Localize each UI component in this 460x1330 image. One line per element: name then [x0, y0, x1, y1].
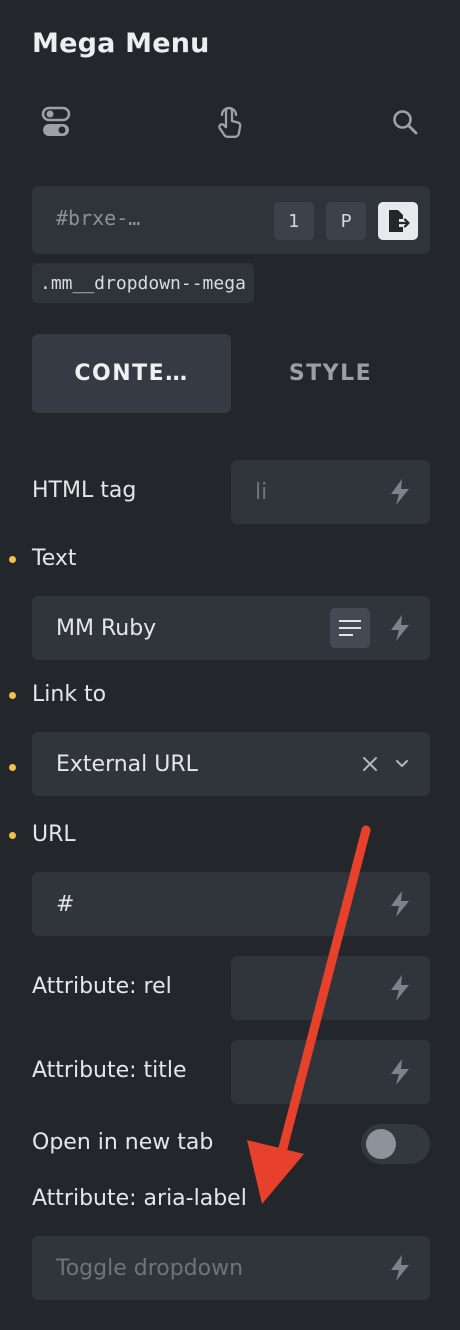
export-icon[interactable] [378, 202, 418, 240]
tab-content[interactable]: CONTE… [32, 334, 231, 413]
dynamic-data-icon[interactable] [388, 974, 412, 1002]
chevron-down-icon[interactable] [395, 759, 409, 769]
element-id-box[interactable]: #brxe-… 1 P [32, 186, 430, 254]
attr-rel-input[interactable] [231, 956, 430, 1020]
global-class-count-button[interactable]: 1 [274, 202, 314, 240]
aria-label-placeholder: Toggle dropdown [56, 1255, 244, 1281]
dynamic-data-icon[interactable] [388, 478, 412, 506]
clear-icon[interactable] [362, 756, 378, 772]
aria-label-input[interactable]: Toggle dropdown [32, 1236, 430, 1300]
new-tab-toggle[interactable] [361, 1124, 430, 1164]
modified-indicator [9, 832, 16, 839]
html-tag-placeholder: li [255, 479, 268, 505]
modified-indicator [9, 692, 16, 699]
dynamic-data-icon[interactable] [388, 1058, 412, 1086]
attr-rel-label: Attribute: rel [32, 974, 172, 999]
tab-style[interactable]: STYLE [231, 334, 430, 413]
element-id-text[interactable]: #brxe-… [56, 206, 140, 230]
text-value: MM Ruby [56, 615, 157, 641]
new-tab-label: Open in new tab [32, 1130, 214, 1155]
link-type-select[interactable]: External URL [32, 732, 430, 796]
text-input[interactable]: MM Ruby [32, 596, 430, 660]
css-class-tag[interactable]: .mm__dropdown--mega [32, 263, 254, 303]
link-to-label: Link to [32, 682, 107, 707]
url-input[interactable]: # [32, 872, 430, 936]
modified-indicator [9, 764, 16, 771]
text-editor-button[interactable] [330, 608, 370, 648]
align-lines-icon [339, 620, 361, 636]
toggle-knob [366, 1129, 396, 1159]
dynamic-data-icon[interactable] [388, 890, 412, 918]
panel-title: Mega Menu [32, 28, 210, 59]
html-tag-label: HTML tag [32, 478, 137, 503]
attr-title-input[interactable] [231, 1040, 430, 1104]
attr-title-label: Attribute: title [32, 1058, 187, 1083]
pointer-hand-icon[interactable] [212, 104, 248, 140]
link-type-value: External URL [56, 751, 198, 777]
dynamic-data-icon[interactable] [388, 1254, 412, 1282]
modified-indicator [9, 556, 16, 563]
text-label: Text [32, 546, 77, 571]
pseudo-state-button[interactable]: P [326, 202, 366, 240]
aria-label-label: Attribute: aria-label [32, 1186, 247, 1211]
url-value: # [56, 891, 75, 917]
url-label: URL [32, 822, 76, 847]
dynamic-data-icon[interactable] [388, 614, 412, 642]
html-tag-input[interactable]: li [231, 460, 430, 524]
toggles-icon[interactable] [38, 104, 74, 140]
search-icon[interactable] [387, 104, 423, 140]
